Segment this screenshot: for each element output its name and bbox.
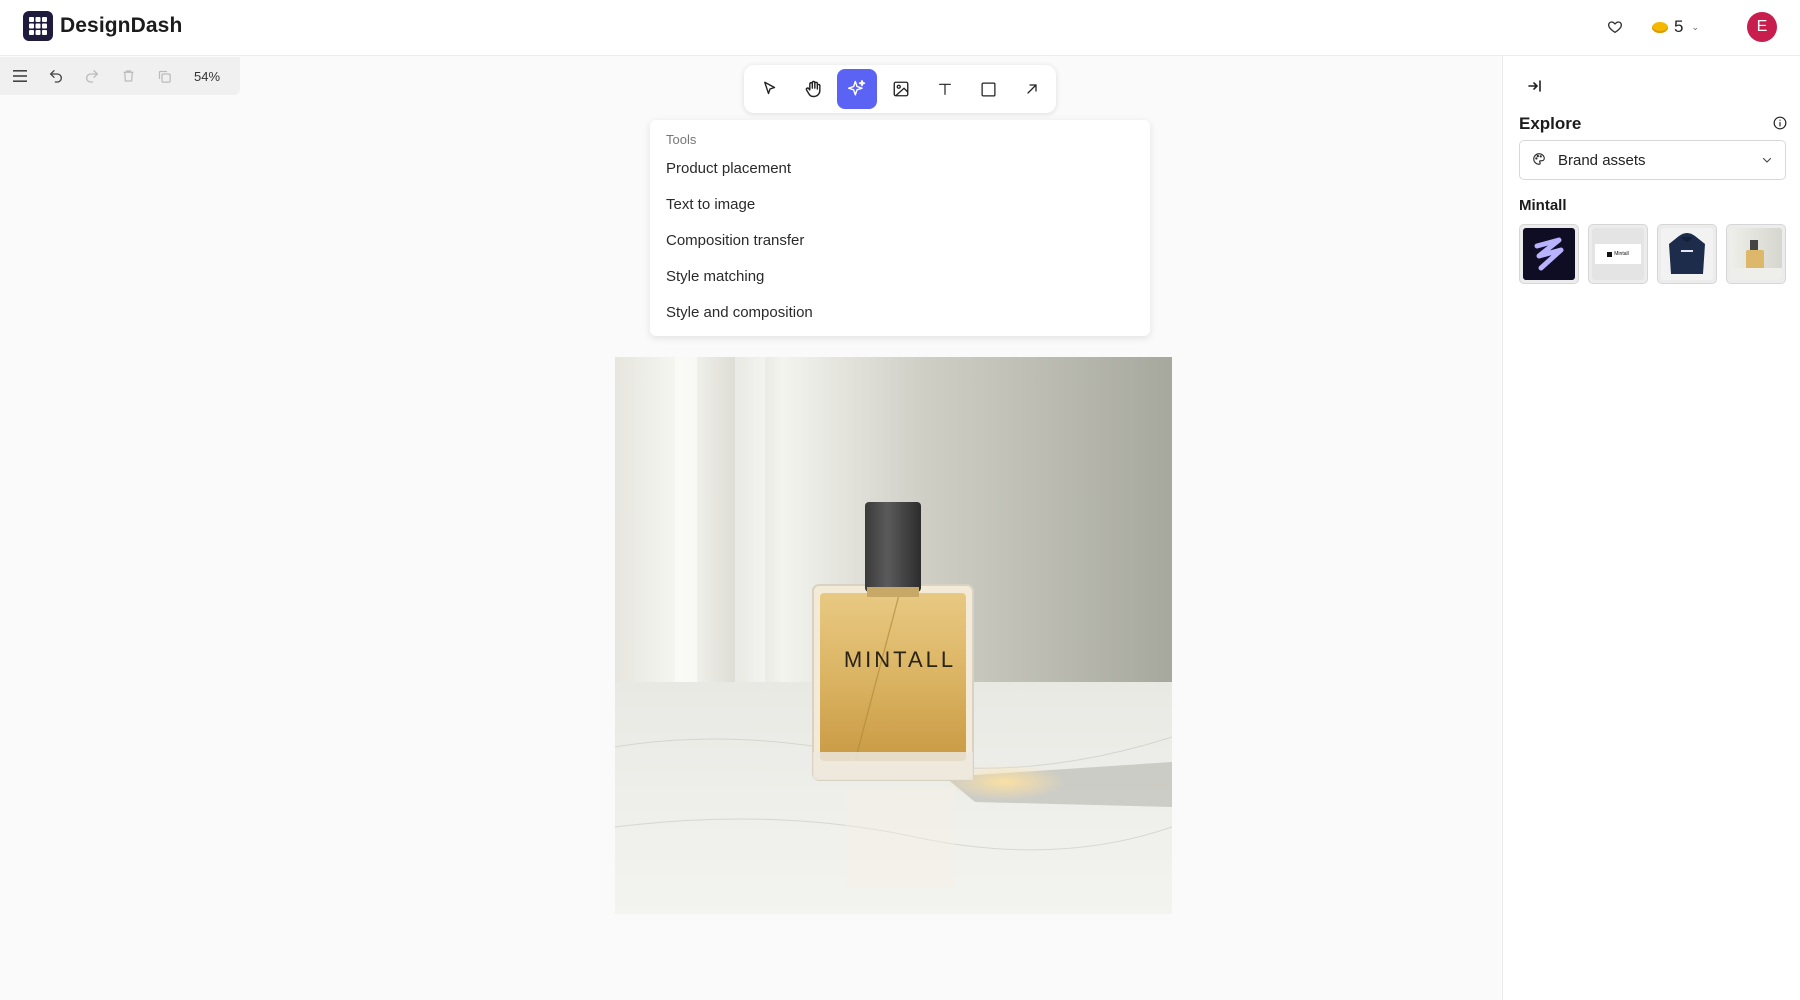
menu-item-composition-transfer[interactable]: Composition transfer bbox=[666, 232, 804, 249]
canvas-mini-toolbar: 54% bbox=[0, 57, 240, 95]
asset-thumb-perfume[interactable] bbox=[1726, 224, 1786, 284]
menu-item-product-placement[interactable]: Product placement bbox=[666, 160, 791, 177]
asset-thumb-hoodie[interactable] bbox=[1657, 224, 1717, 284]
text-icon bbox=[938, 83, 951, 95]
undo-button[interactable] bbox=[38, 57, 74, 95]
asset-thumb-wordmark[interactable]: Mintall bbox=[1588, 224, 1648, 284]
bottle-label: MINTALL bbox=[844, 647, 956, 672]
tools-dropdown-menu: Tools Product placement Text to image Co… bbox=[650, 120, 1150, 336]
copy-icon bbox=[158, 70, 171, 83]
tools-menu-header: Tools bbox=[666, 132, 697, 147]
hand-tool-button[interactable] bbox=[794, 69, 834, 109]
brand-name: Mintall bbox=[1519, 197, 1567, 214]
arrow-icon bbox=[1027, 84, 1037, 94]
wordmark-text: Mintall bbox=[1614, 251, 1629, 257]
credits-count: 5 bbox=[1674, 17, 1684, 36]
redo-button[interactable] bbox=[74, 57, 110, 95]
asset-select-value: Brand assets bbox=[1558, 151, 1646, 169]
coin-icon bbox=[1652, 21, 1668, 33]
brand-asset-thumbnails: Mintall bbox=[1519, 224, 1786, 284]
collapse-right-icon bbox=[1528, 80, 1541, 92]
top-header: DesignDash 5 ⌄ E bbox=[0, 0, 1800, 56]
delete-button[interactable] bbox=[110, 57, 146, 95]
zoom-level[interactable]: 54% bbox=[194, 69, 220, 84]
menu-item-style-and-composition[interactable]: Style and composition bbox=[666, 304, 813, 321]
chevron-down-icon: ⌄ bbox=[1691, 21, 1700, 32]
ai-generate-tool-button[interactable] bbox=[837, 69, 878, 109]
favorites-button[interactable] bbox=[1603, 15, 1627, 39]
collapse-panel-button[interactable] bbox=[1525, 76, 1545, 96]
menu-button[interactable] bbox=[2, 57, 38, 95]
chevron-down-icon bbox=[1761, 153, 1773, 171]
tools-toolbar bbox=[744, 65, 1056, 113]
app-logo-icon bbox=[23, 11, 53, 41]
duplicate-button[interactable] bbox=[146, 57, 182, 95]
square-icon bbox=[981, 81, 996, 97]
arrow-tool-button[interactable] bbox=[1012, 69, 1052, 109]
select-tool-button[interactable] bbox=[750, 69, 790, 109]
heart-icon bbox=[1608, 21, 1622, 33]
cursor-icon bbox=[763, 81, 776, 95]
explore-title: Explore bbox=[1519, 114, 1582, 133]
undo-icon bbox=[49, 70, 62, 83]
text-tool-button[interactable] bbox=[925, 69, 965, 109]
hamburger-icon bbox=[13, 70, 27, 82]
menu-item-style-matching[interactable]: Style matching bbox=[666, 268, 764, 285]
user-avatar[interactable]: E bbox=[1747, 12, 1777, 42]
hand-icon bbox=[805, 80, 821, 98]
palette-icon bbox=[1532, 152, 1548, 168]
trash-icon bbox=[123, 70, 133, 82]
app-title: DesignDash bbox=[60, 14, 183, 37]
shape-tool-button[interactable] bbox=[969, 69, 1009, 109]
asset-source-select[interactable]: Brand assets bbox=[1519, 140, 1786, 180]
menu-item-text-to-image[interactable]: Text to image bbox=[666, 196, 755, 213]
redo-icon bbox=[86, 70, 99, 83]
right-explore-panel: Explore Brand assets Mintall Mintall bbox=[1502, 56, 1800, 1000]
sparkle-icon bbox=[848, 79, 866, 96]
image-tool-button[interactable] bbox=[881, 69, 921, 109]
image-icon bbox=[893, 81, 909, 97]
asset-thumb-logo-mark[interactable] bbox=[1519, 224, 1579, 284]
info-icon[interactable] bbox=[1773, 116, 1789, 132]
credits-menu[interactable]: 5 ⌄ bbox=[1652, 15, 1699, 39]
canvas-product-image[interactable]: MINTALL bbox=[615, 357, 1172, 914]
